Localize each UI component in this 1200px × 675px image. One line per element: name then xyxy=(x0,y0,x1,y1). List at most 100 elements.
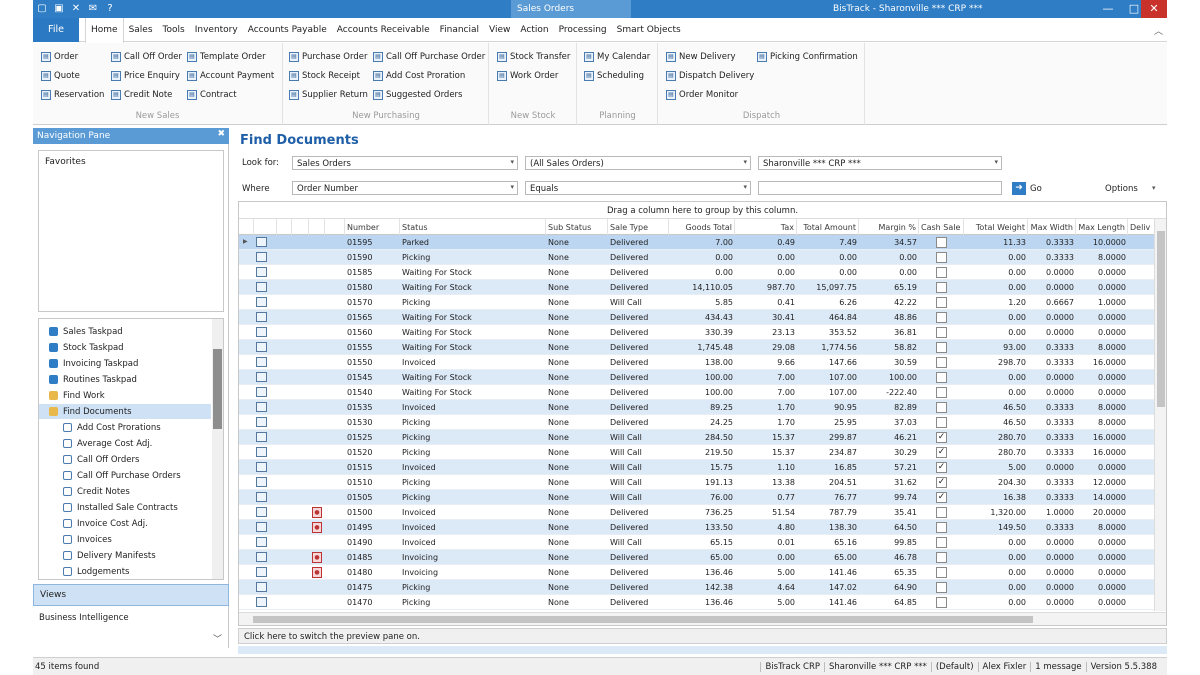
table-row[interactable]: ▶ 01595 Parked None Delivered 7.00 0.49 7.49 34.… xyxy=(239,235,1155,250)
tab-sales[interactable]: Sales xyxy=(124,18,158,42)
close-button[interactable]: ✕ xyxy=(1141,0,1167,18)
tree-item-installed-sale-contracts[interactable]: Installed Sale Contracts xyxy=(63,500,178,515)
table-row[interactable]: 01530 Picking None Delivered 24.25 1.70 25.95 3… xyxy=(239,415,1155,430)
tree-item-sales-taskpad[interactable]: Sales Taskpad xyxy=(49,324,123,339)
header-sub-status[interactable]: Sub Status xyxy=(546,219,608,235)
cash-sale-checkbox[interactable] xyxy=(936,522,947,533)
cash-sale-checkbox[interactable] xyxy=(936,372,947,383)
cash-sale-checkbox[interactable] xyxy=(936,282,947,293)
where-field-select[interactable]: Order Number ▾ xyxy=(292,181,518,195)
table-row[interactable]: 01470 Picking None Delivered 136.46 5.00 141.4… xyxy=(239,595,1155,610)
dispatch-delivery-button[interactable]: ▤ Dispatch Delivery xyxy=(666,71,754,81)
search-value-input[interactable] xyxy=(758,181,1002,195)
cash-sale-checkbox[interactable] xyxy=(936,252,947,263)
contract-button[interactable]: ▤ Contract xyxy=(187,90,237,100)
help-icon[interactable]: ? xyxy=(103,2,117,16)
header-cash-sale[interactable]: Cash Sale xyxy=(919,219,964,235)
table-row[interactable]: 01565 Waiting For Stock None Delivered 434.4… xyxy=(239,310,1155,325)
options-button[interactable]: Options xyxy=(1105,184,1138,194)
views-section[interactable]: Views xyxy=(33,584,229,606)
table-row[interactable]: 01490 Invoiced None Will Call 65.15 0.01 65.16… xyxy=(239,535,1155,550)
purchase-order-button[interactable]: ▤ Purchase Order xyxy=(289,52,367,62)
business-intelligence-section[interactable]: Business Intelligence xyxy=(33,608,229,628)
tree-item-call-off-orders[interactable]: Call Off Orders xyxy=(63,452,139,467)
tab-home[interactable]: Home xyxy=(85,17,124,43)
grid-vertical-scroll-thumb[interactable] xyxy=(1157,231,1165,407)
tab-action[interactable]: Action xyxy=(515,18,553,42)
table-row[interactable]: 01540 Waiting For Stock None Delivered 100.0… xyxy=(239,385,1155,400)
cash-sale-checkbox[interactable]: ✓ xyxy=(936,462,947,473)
cash-sale-checkbox[interactable] xyxy=(936,387,947,398)
table-row[interactable]: 01510 Picking None Will Call 191.13 13.38 204.… xyxy=(239,475,1155,490)
work-order-button[interactable]: ▤ Work Order xyxy=(497,71,558,81)
tree-item-credit-notes[interactable]: Credit Notes xyxy=(63,484,130,499)
reservation-button[interactable]: ▤ Reservation xyxy=(41,90,104,100)
order-button[interactable]: ▤ Order xyxy=(41,52,78,62)
table-row[interactable]: 01535 Invoiced None Delivered 89.25 1.70 90.95… xyxy=(239,400,1155,415)
table-row[interactable]: ● 01495 Invoiced None Delivered 133.50 4.80 138… xyxy=(239,520,1155,535)
header-number[interactable]: Number xyxy=(345,219,400,235)
supplier-return-button[interactable]: ▤ Supplier Return xyxy=(289,90,368,100)
tab-smart-objects[interactable]: Smart Objects xyxy=(612,18,686,42)
tree-item-find-work[interactable]: Find Work xyxy=(49,388,105,403)
operator-select[interactable]: Equals ▾ xyxy=(525,181,751,195)
tree-item-delivery-manifests[interactable]: Delivery Manifests xyxy=(63,548,156,563)
table-row[interactable]: 01520 Picking None Will Call 219.50 15.37 234.… xyxy=(239,445,1155,460)
scope-select[interactable]: (All Sales Orders) ▾ xyxy=(525,156,751,170)
cash-sale-checkbox[interactable] xyxy=(936,357,947,368)
tab-processing[interactable]: Processing xyxy=(554,18,612,42)
header-max-length[interactable]: Max Length xyxy=(1076,219,1128,235)
cash-sale-checkbox[interactable] xyxy=(936,597,947,608)
cash-sale-checkbox[interactable] xyxy=(936,267,947,278)
table-row[interactable]: 01560 Waiting For Stock None Delivered 330.3… xyxy=(239,325,1155,340)
tree-item-find-documents[interactable]: Find Documents xyxy=(39,404,211,419)
cash-sale-checkbox[interactable] xyxy=(936,507,947,518)
template-order-button[interactable]: ▤ Template Order xyxy=(187,52,266,62)
tree-scroll-thumb[interactable] xyxy=(213,349,222,429)
header-tax[interactable]: Tax xyxy=(735,219,797,235)
cash-sale-checkbox[interactable] xyxy=(936,402,947,413)
header-delivery[interactable]: Deliv xyxy=(1128,219,1155,235)
new-file-icon[interactable]: ▢ xyxy=(35,2,49,16)
tab-financial[interactable]: Financial xyxy=(435,18,484,42)
tab-view[interactable]: View xyxy=(484,18,515,42)
cash-sale-checkbox[interactable] xyxy=(936,237,947,248)
cash-sale-checkbox[interactable] xyxy=(936,327,947,338)
table-row[interactable]: 01590 Picking None Delivered 0.00 0.00 0.00 0.0… xyxy=(239,250,1155,265)
cash-sale-checkbox[interactable]: ✓ xyxy=(936,492,947,503)
tree-item-invoicing-taskpad[interactable]: Invoicing Taskpad xyxy=(49,356,138,371)
cash-sale-checkbox[interactable]: ✓ xyxy=(936,432,947,443)
suggested-orders-button[interactable]: ▤ Suggested Orders xyxy=(373,90,462,100)
cash-sale-checkbox[interactable] xyxy=(936,567,947,578)
tree-item-add-cost-prorations[interactable]: Add Cost Prorations xyxy=(63,420,161,435)
credit-note-button[interactable]: ▤ Credit Note xyxy=(111,90,172,100)
preview-pane-toggle[interactable]: Click here to switch the preview pane on… xyxy=(238,628,1167,644)
go-button[interactable]: ➜ Go xyxy=(1012,182,1042,195)
status-messages[interactable]: 1 message xyxy=(1030,662,1085,672)
table-row[interactable]: 01550 Invoiced None Delivered 138.00 9.66 147.… xyxy=(239,355,1155,370)
header-status[interactable]: Status xyxy=(400,219,546,235)
cash-sale-checkbox[interactable] xyxy=(936,297,947,308)
tab-inventory[interactable]: Inventory xyxy=(190,18,243,42)
tree-scrollbar[interactable] xyxy=(212,319,223,579)
close-doc-icon[interactable]: ✕ xyxy=(69,2,83,16)
grid-horizontal-scroll-thumb[interactable] xyxy=(253,616,1033,623)
table-row[interactable]: 01580 Waiting For Stock None Delivered 14,11… xyxy=(239,280,1155,295)
tree-item-routines-taskpad[interactable]: Routines Taskpad xyxy=(49,372,137,387)
look-for-select[interactable]: Sales Orders ▾ xyxy=(292,156,518,170)
tree-item-lodgements[interactable]: Lodgements xyxy=(63,564,129,579)
open-icon[interactable]: ▣ xyxy=(52,2,66,16)
picking-confirmation-button[interactable]: ▤ Picking Confirmation xyxy=(757,52,858,62)
grid-horizontal-scrollbar[interactable] xyxy=(239,612,1166,625)
table-row[interactable]: 01515 Invoiced None Will Call 15.75 1.10 16.85… xyxy=(239,460,1155,475)
branch-select[interactable]: Sharonville *** CRP *** ▾ xyxy=(758,156,1002,170)
table-row[interactable]: 01505 Picking None Will Call 76.00 0.77 76.77 9… xyxy=(239,490,1155,505)
table-row[interactable]: ● 01480 Invoicing None Delivered 136.46 5.00 14… xyxy=(239,565,1155,580)
header-total-amount[interactable]: Total Amount xyxy=(797,219,859,235)
mail-icon[interactable]: ✉ xyxy=(86,2,100,16)
tab-accounts-receivable[interactable]: Accounts Receivable xyxy=(332,18,435,42)
tree-item-call-off-purchase-orders[interactable]: Call Off Purchase Orders xyxy=(63,468,181,483)
tab-accounts-payable[interactable]: Accounts Payable xyxy=(243,18,332,42)
tree-item-invoice-cost-adj[interactable]: Invoice Cost Adj. xyxy=(63,516,148,531)
tree-item-invoices[interactable]: Invoices xyxy=(63,532,112,547)
